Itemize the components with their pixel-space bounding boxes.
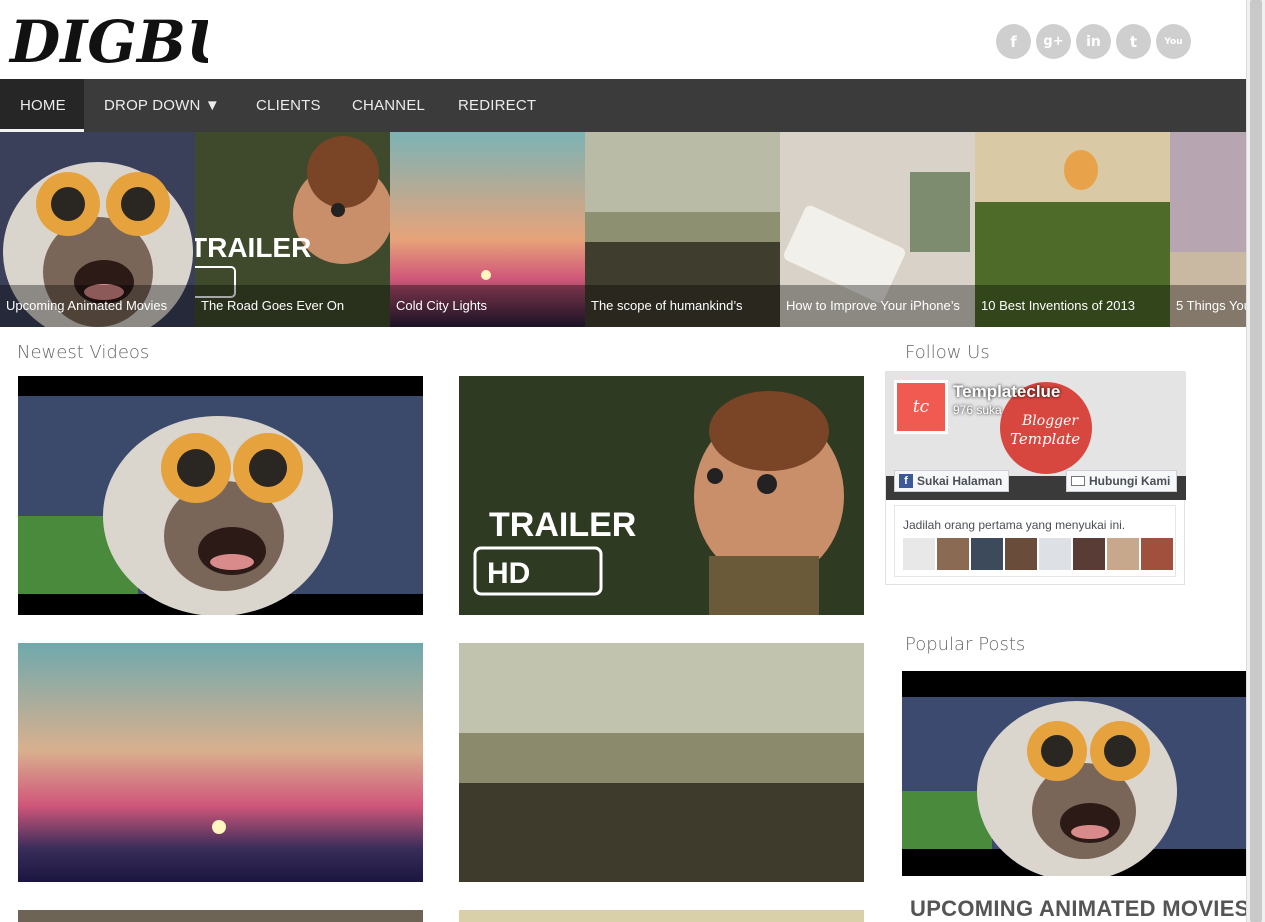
- video-thumb-sunset[interactable]: [18, 643, 423, 882]
- slide-balloon[interactable]: 10 Best Inventions of 2013: [975, 132, 1170, 327]
- slide-monkey[interactable]: Upcoming Animated Movies: [0, 132, 195, 327]
- friend-avatar[interactable]: [1005, 538, 1037, 570]
- scrollbar-thumb[interactable]: [1250, 0, 1262, 922]
- page-scrollbar[interactable]: [1246, 0, 1265, 922]
- main-nav: HOME DROP DOWN ▼ CLIENTS CHANNEL REDIREC…: [0, 79, 1246, 132]
- friend-avatar[interactable]: [1039, 538, 1071, 570]
- facebook-icon[interactable]: f: [996, 24, 1031, 59]
- friend-avatar[interactable]: [971, 538, 1003, 570]
- featured-slider: Upcoming Animated Movies TRAILER The Roa…: [0, 132, 1246, 327]
- slide-boy[interactable]: TRAILER The Road Goes Ever On: [195, 132, 390, 327]
- popular-monkey-image: [902, 671, 1246, 876]
- fb-friends-box: Jadilah orang pertama yang menyukai ini.: [894, 505, 1176, 577]
- slide-caption: How to Improve Your iPhone’s: [780, 285, 975, 327]
- fb-cover-text-2: Template: [1010, 430, 1080, 448]
- slide-partial[interactable]: 5 Things You: [1170, 132, 1246, 327]
- nav-clients[interactable]: CLIENTS: [236, 79, 341, 132]
- hd-text: HD: [487, 557, 530, 590]
- fb-like-page-button[interactable]: f Sukai Halaman: [894, 470, 1010, 492]
- sunset-video-image: [18, 643, 423, 882]
- friend-avatar[interactable]: [903, 538, 935, 570]
- slide-caption: 10 Best Inventions of 2013: [975, 285, 1170, 327]
- logo-text: DIGBUG: [8, 8, 208, 74]
- trailer-video-image: TRAILER HD: [459, 376, 864, 615]
- social-links: f g+ in t You: [996, 24, 1191, 59]
- google-plus-icon[interactable]: g+: [1036, 24, 1071, 59]
- fb-friends-text: Jadilah orang pertama yang menyukai ini.: [903, 518, 1126, 532]
- video-thumb-trailer[interactable]: TRAILER HD: [459, 376, 864, 615]
- youtube-icon[interactable]: You: [1156, 24, 1191, 59]
- page: { "site": {"logo_text": "DIGBUG"}, "soci…: [0, 0, 1265, 922]
- nav-channel[interactable]: CHANNEL: [332, 79, 445, 132]
- nav-dropdown[interactable]: DROP DOWN ▼: [84, 79, 240, 132]
- video-thumb-next-right[interactable]: [459, 910, 864, 922]
- friend-avatar[interactable]: [1141, 538, 1173, 570]
- slide-caption: The scope of humankind’s: [585, 285, 780, 327]
- site-logo[interactable]: DIGBUG: [8, 2, 208, 74]
- slide-forest[interactable]: The scope of humankind’s: [585, 132, 780, 327]
- fb-friend-faces: [903, 538, 1173, 570]
- newest-videos-title: Newest Videos: [17, 342, 150, 363]
- friend-avatar[interactable]: [937, 538, 969, 570]
- friend-avatar[interactable]: [1073, 538, 1105, 570]
- slide-iphone[interactable]: How to Improve Your iPhone’s: [780, 132, 975, 327]
- popular-post-image[interactable]: [902, 671, 1246, 876]
- slide-caption: Cold City Lights: [390, 285, 585, 327]
- slide-caption: 5 Things You: [1170, 285, 1246, 327]
- slide-caption: The Road Goes Ever On: [195, 285, 390, 327]
- fb-like-count: 976 suka: [953, 403, 1002, 417]
- linkedin-icon[interactable]: in: [1076, 24, 1111, 59]
- video-thumb-forest[interactable]: [459, 643, 864, 882]
- friend-avatar[interactable]: [1107, 538, 1139, 570]
- trailer-text: TRAILER: [195, 232, 311, 263]
- fb-page-avatar[interactable]: tc: [894, 380, 948, 434]
- nav-home[interactable]: HOME: [0, 79, 84, 132]
- facebook-page-widget: Blogger Template tc Templateclue 976 suk…: [885, 371, 1186, 585]
- fb-contact-button[interactable]: Hubungi Kami: [1066, 470, 1178, 492]
- fb-like-label: Sukai Halaman: [917, 474, 1003, 488]
- video-thumb-next-left[interactable]: [18, 910, 423, 922]
- popular-posts-title: Popular Posts: [905, 634, 1026, 655]
- fb-page-name[interactable]: Templateclue: [953, 382, 1060, 402]
- facebook-icon: f: [899, 474, 913, 488]
- mail-icon: [1071, 476, 1085, 486]
- tumblr-icon[interactable]: t: [1116, 24, 1151, 59]
- slide-sunset[interactable]: Cold City Lights: [390, 132, 585, 327]
- fb-cover[interactable]: Blogger Template tc Templateclue 976 suk…: [886, 372, 1186, 500]
- forest-video-image: [459, 643, 864, 882]
- monkey-video-image: [18, 376, 423, 615]
- popular-post-title[interactable]: UPCOMING ANIMATED MOVIES: [910, 896, 1250, 922]
- slide-caption: Upcoming Animated Movies: [0, 285, 195, 327]
- follow-us-title: Follow Us: [905, 342, 990, 363]
- video-thumb-monkey[interactable]: [18, 376, 423, 615]
- fb-cover-text-1: Blogger: [1021, 413, 1079, 429]
- trailer-overlay-text: TRAILER: [489, 506, 636, 544]
- fb-contact-label: Hubungi Kami: [1089, 474, 1171, 488]
- nav-redirect[interactable]: REDIRECT: [438, 79, 556, 132]
